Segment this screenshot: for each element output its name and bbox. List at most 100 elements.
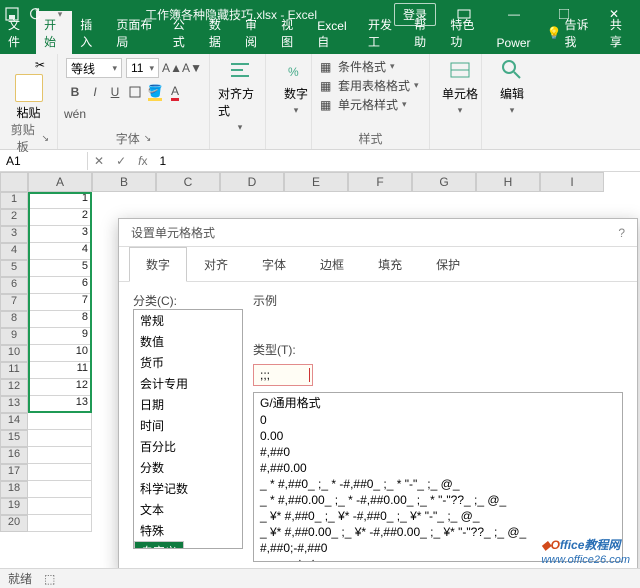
row-header[interactable]: 17: [0, 464, 28, 481]
number-label[interactable]: 数字: [284, 85, 308, 102]
row-header[interactable]: 11: [0, 362, 28, 379]
category-item[interactable]: 分数: [134, 457, 242, 478]
cell[interactable]: [28, 430, 92, 447]
row-header[interactable]: 2: [0, 209, 28, 226]
col-header[interactable]: E: [284, 172, 348, 192]
category-item[interactable]: 日期: [134, 394, 242, 415]
dialog-help-icon[interactable]: ?: [618, 226, 625, 240]
format-item[interactable]: _ * #,##0.00_ ;_ * -#,##0.00_ ;_ * "-"??…: [254, 492, 622, 508]
font-size-select[interactable]: 11▾: [126, 58, 159, 78]
category-item[interactable]: 货币: [134, 352, 242, 373]
category-item[interactable]: 自定义: [134, 541, 184, 549]
accessibility-icon[interactable]: ⬚: [44, 572, 55, 586]
cell-styles-button[interactable]: ▦单元格样式▾: [320, 96, 421, 113]
row-header[interactable]: 15: [0, 430, 28, 447]
cell[interactable]: 7: [28, 294, 92, 311]
cell[interactable]: [28, 481, 92, 498]
align-icon[interactable]: [228, 58, 252, 82]
dtab-border[interactable]: 边框: [303, 247, 361, 281]
select-all-corner[interactable]: [0, 172, 28, 192]
col-header[interactable]: H: [476, 172, 540, 192]
category-listbox[interactable]: 常规数值货币会计专用日期时间百分比分数科学记数文本特殊自定义: [133, 309, 243, 549]
row-header[interactable]: 19: [0, 498, 28, 515]
minimize-icon[interactable]: —: [492, 0, 536, 28]
row-header[interactable]: 9: [0, 328, 28, 345]
format-item[interactable]: #,##0: [254, 444, 622, 460]
row-header[interactable]: 6: [0, 277, 28, 294]
row-header[interactable]: 18: [0, 481, 28, 498]
format-table-button[interactable]: ▦套用表格格式▾: [320, 77, 421, 94]
format-item[interactable]: 0: [254, 412, 622, 428]
formula-input[interactable]: 1: [153, 152, 172, 170]
save-icon[interactable]: [4, 6, 20, 22]
paste-label[interactable]: 粘贴: [16, 104, 40, 121]
tab-power[interactable]: Power: [489, 31, 539, 54]
row-header[interactable]: 13: [0, 396, 28, 413]
align-label[interactable]: 对齐方式: [218, 85, 262, 119]
cell[interactable]: 5: [28, 260, 92, 277]
dtab-protect[interactable]: 保护: [419, 247, 477, 281]
cell[interactable]: 8: [28, 311, 92, 328]
cancel-icon[interactable]: ✕: [88, 154, 110, 168]
phonetic-button[interactable]: wén: [66, 104, 84, 124]
row-header[interactable]: 10: [0, 345, 28, 362]
category-item[interactable]: 时间: [134, 415, 242, 436]
col-header[interactable]: F: [348, 172, 412, 192]
category-item[interactable]: 文本: [134, 499, 242, 520]
category-item[interactable]: 百分比: [134, 436, 242, 457]
cell[interactable]: [28, 413, 92, 430]
editing-icon[interactable]: [500, 58, 524, 82]
col-header[interactable]: C: [156, 172, 220, 192]
type-input[interactable]: ;;;: [253, 364, 313, 386]
increase-font-icon[interactable]: A▲: [163, 58, 181, 78]
format-item[interactable]: #,##0.00: [254, 460, 622, 476]
format-item[interactable]: _ * #,##0_ ;_ * -#,##0_ ;_ * "-"_ ;_ @_: [254, 476, 622, 492]
dtab-number[interactable]: 数字: [129, 247, 187, 282]
qat-customize-icon[interactable]: ▾: [52, 6, 68, 22]
row-header[interactable]: 14: [0, 413, 28, 430]
cell[interactable]: 3: [28, 226, 92, 243]
name-box[interactable]: A1: [0, 152, 88, 170]
dtab-font[interactable]: 字体: [245, 247, 303, 281]
editing-label[interactable]: 编辑: [500, 85, 524, 102]
cut-icon[interactable]: ✂: [35, 58, 49, 72]
cell[interactable]: 9: [28, 328, 92, 345]
row-header[interactable]: 20: [0, 515, 28, 532]
share-button[interactable]: 共享: [600, 12, 640, 54]
cell[interactable]: 10: [28, 345, 92, 362]
row-header[interactable]: 7: [0, 294, 28, 311]
cell[interactable]: 13: [28, 396, 92, 413]
category-item[interactable]: 数值: [134, 331, 242, 352]
category-item[interactable]: 特殊: [134, 520, 242, 541]
dialog-launcher-icon[interactable]: ↘: [41, 133, 49, 144]
conditional-formatting-button[interactable]: ▦条件格式▾: [320, 58, 421, 75]
col-header[interactable]: G: [412, 172, 476, 192]
category-item[interactable]: 会计专用: [134, 373, 242, 394]
format-item[interactable]: 0.00: [254, 428, 622, 444]
col-header[interactable]: D: [220, 172, 284, 192]
cell[interactable]: [28, 464, 92, 481]
category-item[interactable]: 常规: [134, 310, 242, 331]
fill-color-button[interactable]: 🪣: [146, 82, 164, 102]
underline-button[interactable]: U: [106, 82, 124, 102]
font-color-button[interactable]: A: [166, 82, 184, 102]
col-header[interactable]: A: [28, 172, 92, 192]
dialog-launcher-icon[interactable]: ↘: [144, 133, 152, 144]
cell[interactable]: [28, 447, 92, 464]
tab-special[interactable]: 特色功: [442, 11, 488, 54]
tab-help[interactable]: 帮助: [406, 11, 442, 54]
bold-button[interactable]: B: [66, 82, 84, 102]
cell[interactable]: 4: [28, 243, 92, 260]
tab-tellme[interactable]: 💡告诉我: [539, 11, 600, 54]
row-header[interactable]: 12: [0, 379, 28, 396]
dialog-title-bar[interactable]: 设置单元格格式 ?: [119, 219, 637, 247]
paste-icon[interactable]: [15, 74, 43, 102]
fx-icon[interactable]: fx: [132, 154, 153, 168]
border-button[interactable]: [126, 82, 144, 102]
cell[interactable]: 1: [28, 192, 92, 209]
cell[interactable]: [28, 498, 92, 515]
format-item[interactable]: _ ¥* #,##0_ ;_ ¥* -#,##0_ ;_ ¥* "-"_ ;_ …: [254, 508, 622, 524]
cell[interactable]: 12: [28, 379, 92, 396]
format-item[interactable]: G/通用格式: [254, 393, 622, 412]
dtab-fill[interactable]: 填充: [361, 247, 419, 281]
